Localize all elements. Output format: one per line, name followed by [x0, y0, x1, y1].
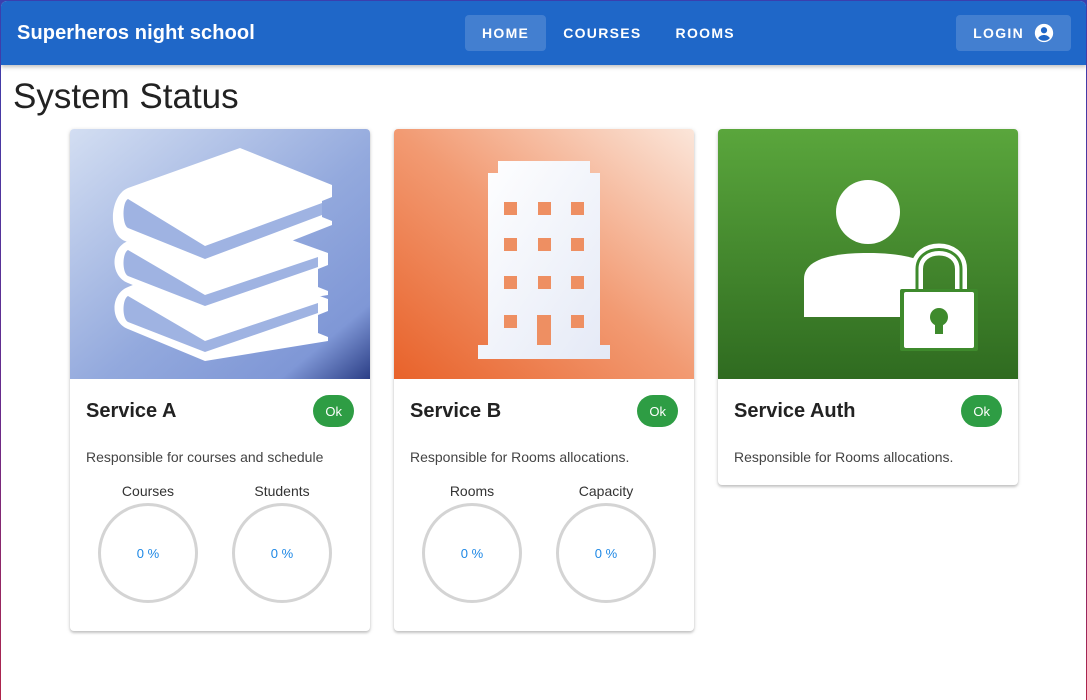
gauge-row: Rooms 0 % Capacity 0 % — [394, 483, 694, 631]
service-description: Responsible for courses and schedule — [86, 449, 324, 465]
books-icon — [70, 129, 370, 379]
gauge-label: Capacity — [578, 483, 634, 499]
gauge-ring: 0 % — [98, 503, 198, 603]
gauge-students: Students 0 % — [232, 483, 332, 603]
user-lock-icon — [718, 129, 1018, 379]
gauge-value: 0 % — [594, 545, 618, 561]
nav-courses-button[interactable]: COURSES — [546, 15, 658, 51]
main-nav: HOME COURSES ROOMS — [465, 15, 752, 51]
gauge-value: 0 % — [460, 545, 484, 561]
nav-home-button[interactable]: HOME — [465, 15, 547, 51]
status-badge: Ok — [313, 395, 354, 427]
app-bar: Superheros night school HOME COURSES ROO… — [1, 1, 1086, 65]
status-badge: Ok — [637, 395, 678, 427]
service-name: Service B — [410, 399, 502, 422]
app-window: Superheros night school HOME COURSES ROO… — [1, 1, 1086, 700]
service-card-b: Service B Ok Responsible for Rooms alloc… — [394, 129, 694, 631]
gauge-courses: Courses 0 % — [98, 483, 198, 603]
service-name: Service A — [86, 399, 177, 422]
gauge-label: Students — [254, 483, 310, 499]
gauge-value: 0 % — [270, 545, 294, 561]
gauge-label: Courses — [121, 483, 175, 499]
service-name: Service Auth — [734, 399, 856, 422]
gauge-value: 0 % — [136, 545, 160, 561]
building-icon — [394, 129, 694, 379]
account-circle-icon — [1034, 23, 1054, 43]
service-description: Responsible for Rooms allocations. — [410, 449, 630, 465]
gauge-ring: 0 % — [556, 503, 656, 603]
gauge-capacity: Capacity 0 % — [556, 483, 656, 603]
service-card-a: Service A Ok Responsible for courses and… — [70, 129, 370, 631]
gauge-ring: 0 % — [232, 503, 332, 603]
nav-rooms-button[interactable]: ROOMS — [659, 15, 752, 51]
gauge-ring: 0 % — [422, 503, 522, 603]
card-header: Service A Ok — [70, 379, 370, 443]
app-title: Superheros night school — [17, 21, 255, 44]
gauge-rooms: Rooms 0 % — [422, 483, 522, 603]
card-header: Service Auth Ok — [718, 379, 1018, 443]
status-badge: Ok — [961, 395, 1002, 427]
service-card-auth: Service Auth Ok Responsible for Rooms al… — [718, 129, 1018, 485]
gauge-label: Rooms — [449, 483, 495, 499]
login-button[interactable]: LOGIN — [956, 15, 1071, 51]
service-description: Responsible for Rooms allocations. — [734, 449, 954, 465]
login-label: LOGIN — [973, 25, 1024, 41]
gauge-row: Courses 0 % Students 0 % — [70, 483, 370, 631]
page-title: System Status — [13, 77, 239, 116]
card-header: Service B Ok — [394, 379, 694, 443]
